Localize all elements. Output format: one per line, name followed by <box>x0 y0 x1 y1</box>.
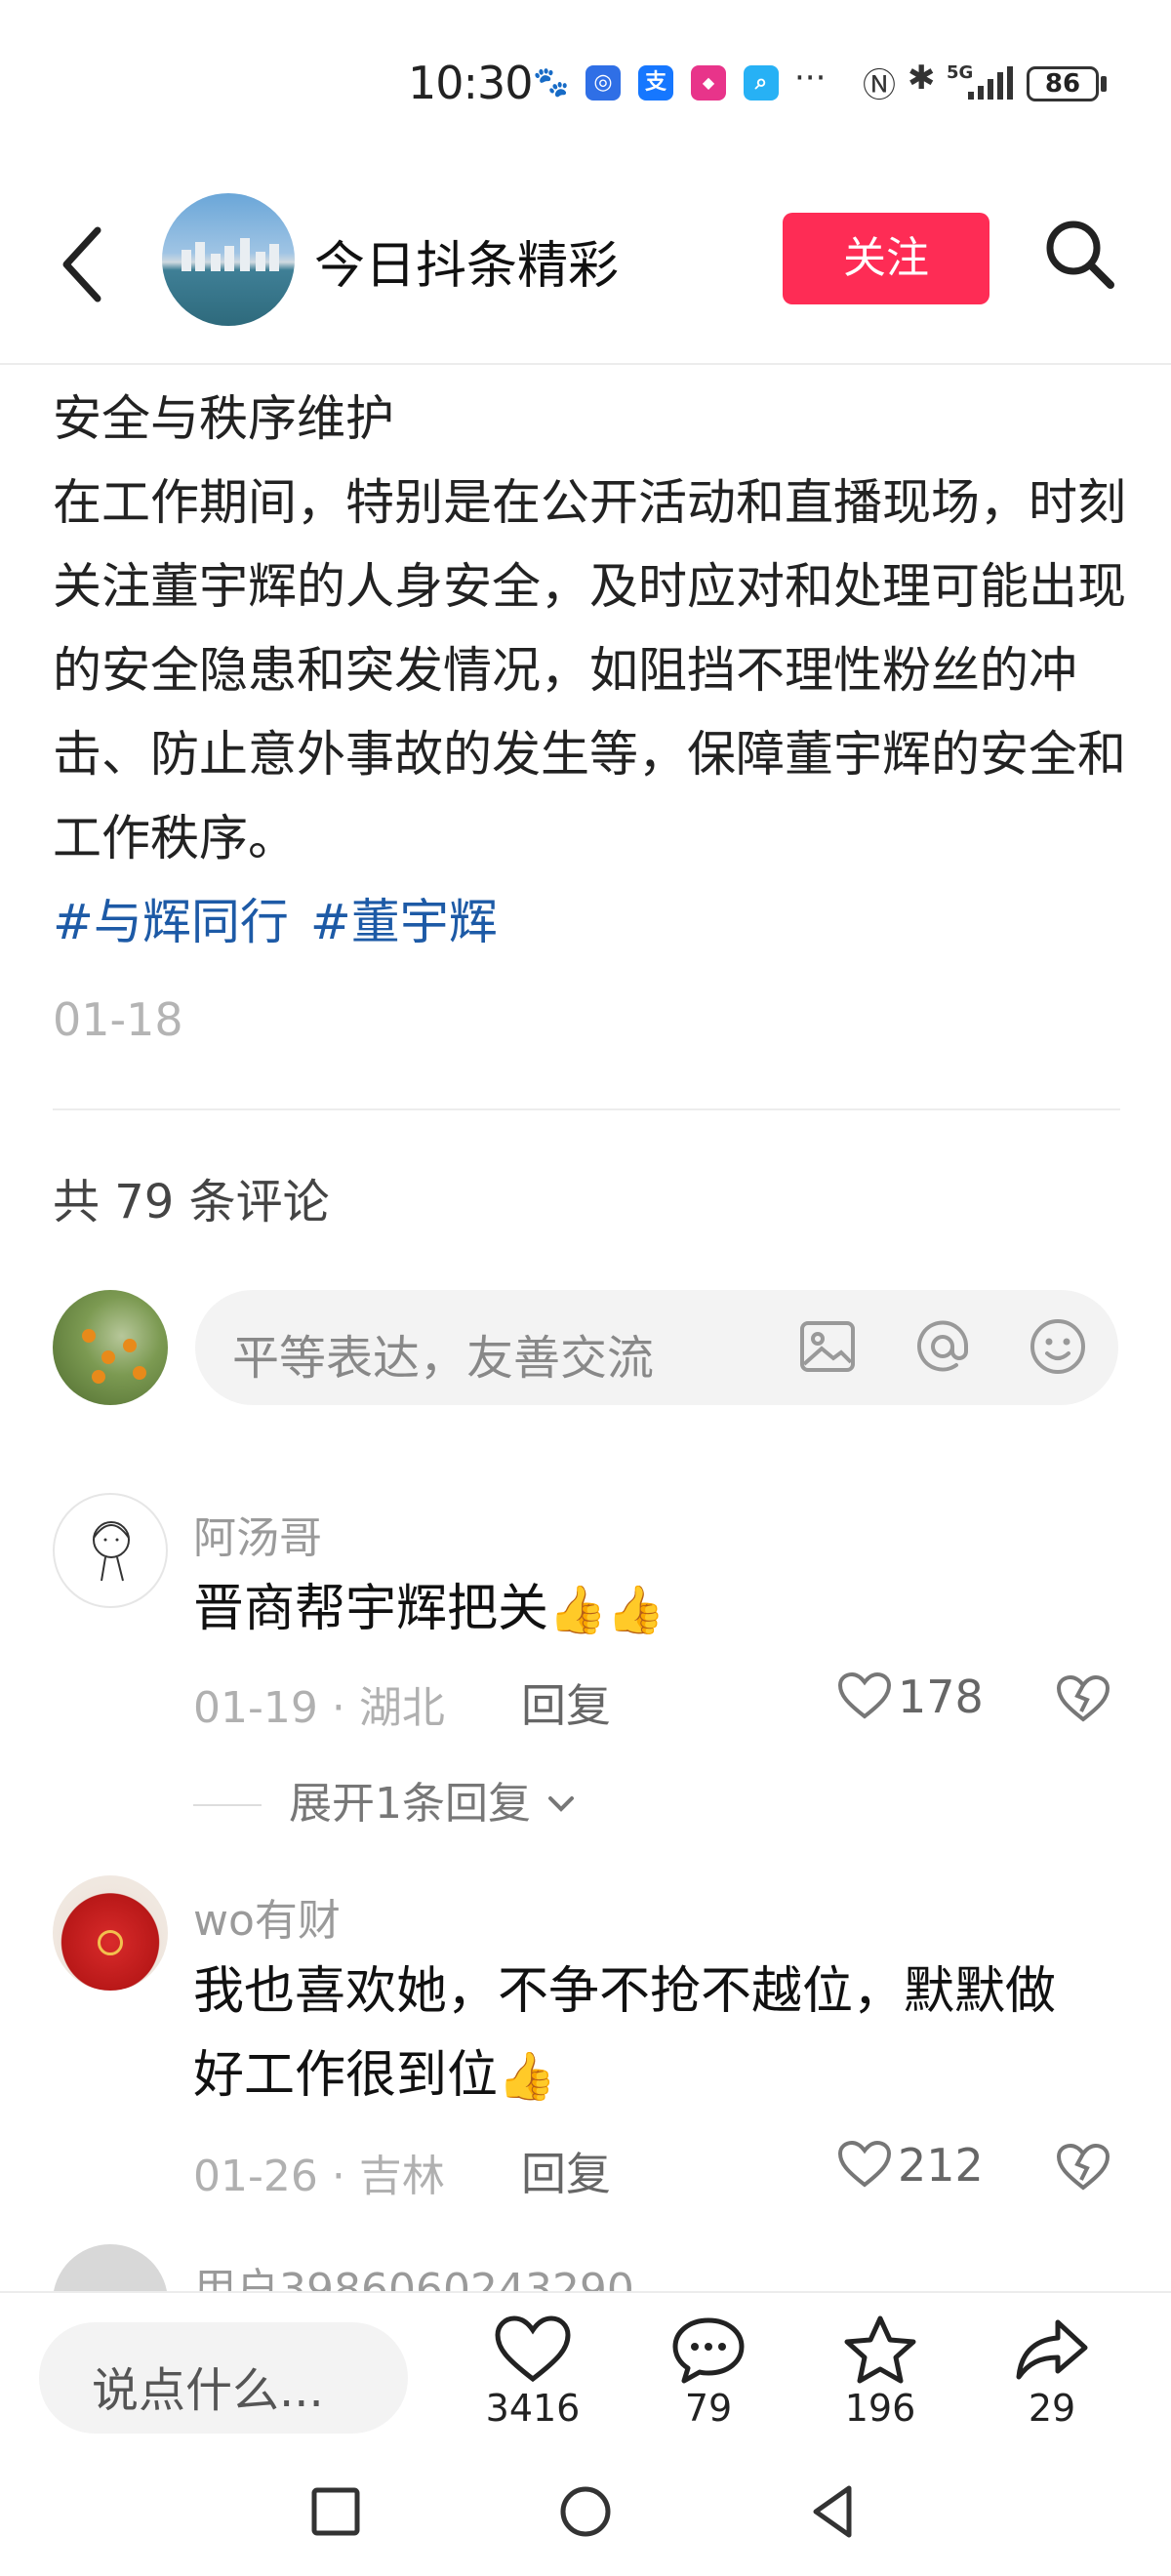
comment-input[interactable]: 平等表达，友善交流 <box>195 1290 1118 1405</box>
commenter-avatar[interactable] <box>53 1493 168 1608</box>
say-something-placeholder: 说点什么... <box>92 2363 324 2418</box>
nfc-icon: Ⓝ <box>863 66 896 105</box>
avatar-emblem <box>98 1930 123 1955</box>
comment-button-count: 79 <box>684 2387 733 2430</box>
meta-separator: · <box>331 2152 345 2201</box>
reply-button[interactable]: 回复 <box>521 2139 611 2203</box>
back-icon[interactable] <box>55 221 113 308</box>
header-divider <box>0 363 1171 365</box>
channel-name[interactable]: 今日抖条精彩 <box>314 224 619 298</box>
search-icon[interactable] <box>1040 215 1118 293</box>
browser-app-icon: ◎ <box>586 65 621 101</box>
emoji-icon[interactable] <box>1025 1313 1091 1380</box>
comment-date: 01-26 <box>193 2152 318 2201</box>
comment-text: 晋商帮宇辉把关 <box>193 1580 549 1638</box>
channel-avatar[interactable] <box>162 193 295 326</box>
favorite-button[interactable]: 196 <box>822 2314 939 2430</box>
thumbs-up-emoji: 👍👍 <box>548 1583 666 1637</box>
signal-icon <box>968 66 1013 100</box>
recent-apps-icon[interactable] <box>304 2480 367 2543</box>
comment-like-count: 212 <box>898 2139 984 2192</box>
follow-button[interactable]: 关注 <box>783 213 989 304</box>
baidu-app-icon: 🐾 <box>533 65 570 101</box>
expand-divider-line <box>193 1804 262 1806</box>
expand-replies-button[interactable]: 展开1条回复 <box>193 1768 578 1831</box>
meta-separator: · <box>331 1683 345 1733</box>
heart-icon <box>495 2315 571 2383</box>
comment-button[interactable]: 79 <box>650 2314 767 2430</box>
alipay-app-icon: 支 <box>638 65 673 101</box>
commenter-name[interactable]: wo有财 <box>193 1885 341 1948</box>
bottom-action-bar: 说点什么... 3416 79 196 29 <box>0 2291 1171 2449</box>
chevron-down-icon <box>548 1796 574 1812</box>
heart-outline-icon <box>837 2140 892 2188</box>
commenter-name[interactable]: 阿汤哥 <box>193 1503 322 1565</box>
heart-outline-icon <box>837 1671 892 1719</box>
article-body: 在工作期间，特别是在公开活动和直播现场，时刻关注董宇辉的人身安全，及时应对和处理… <box>53 474 1126 866</box>
comment-location: 湖北 <box>358 1683 445 1733</box>
comment-like-button[interactable]: 178 <box>837 1670 984 1723</box>
status-time: 10:30 <box>408 57 534 109</box>
top-header: 今日抖条精彩 关注 <box>0 176 1171 361</box>
comment-meta: 01-19 · 湖北 <box>193 1672 445 1735</box>
comment-text-row: 我也喜欢她，不争不抢不越位，默默做好工作很到位👍 <box>193 1950 1091 2118</box>
system-navigation-bar <box>0 2447 1171 2576</box>
bluetooth-icon: ✱ <box>908 59 936 98</box>
comment-count: 共 79 条评论 <box>53 1175 330 1229</box>
battery-indicator: 86 <box>1027 66 1099 101</box>
comment-text-row: 晋商帮宇辉把关👍👍 <box>193 1567 1130 1652</box>
section-divider <box>53 1108 1120 1110</box>
expand-replies-label: 展开1条回复 <box>289 1779 531 1829</box>
hashtag-link[interactable]: #与辉同行 <box>53 894 289 950</box>
commenter-avatar[interactable] <box>53 1875 168 1991</box>
article-content: 安全与秩序维护 在工作期间，特别是在公开活动和直播现场，时刻关注董宇辉的人身安全… <box>53 377 1126 964</box>
comment-like-count: 178 <box>898 1670 984 1723</box>
status-bar: 10:30 🐾 ◎ 支 ◆ ⌕ ··· Ⓝ ✱ 5G 86 <box>0 0 1171 166</box>
broken-heart-icon[interactable] <box>1054 1669 1112 1727</box>
thumbs-up-emoji: 👍 <box>498 2049 556 2104</box>
comment-meta: 01-26 · 吉林 <box>193 2141 445 2203</box>
battery-level: 86 <box>1044 69 1081 99</box>
like-button[interactable]: 3416 <box>474 2314 591 2430</box>
comment-date: 01-19 <box>193 1683 318 1733</box>
battery-tip <box>1101 76 1107 92</box>
mention-icon[interactable] <box>909 1313 976 1380</box>
sketch-avatar-icon <box>93 1521 130 1582</box>
image-icon[interactable] <box>794 1313 861 1380</box>
comment-text: 我也喜欢她，不争不抢不越位，默默做好工作很到位 <box>193 1962 1057 2105</box>
more-notifications-icon: ··· <box>794 59 827 98</box>
home-icon[interactable] <box>554 2480 617 2543</box>
post-date: 01-18 <box>53 993 183 1046</box>
search-app-icon: ⌕ <box>744 65 779 101</box>
favorite-count: 196 <box>844 2387 916 2430</box>
hashtag-link[interactable]: #董宇辉 <box>310 894 498 950</box>
reply-button[interactable]: 回复 <box>521 1670 611 1735</box>
say-something-input[interactable]: 说点什么... <box>39 2322 408 2434</box>
comment-bubble-icon <box>672 2317 745 2384</box>
share-count: 29 <box>1028 2387 1076 2430</box>
share-button[interactable]: 29 <box>993 2314 1110 2430</box>
shopping-app-icon: ◆ <box>691 65 726 101</box>
comment-location: 吉林 <box>358 2152 445 2201</box>
like-count: 3416 <box>485 2387 581 2430</box>
hashtag-list: #与辉同行 #董宇辉 <box>53 880 1126 964</box>
star-icon <box>844 2315 916 2384</box>
article-heading: 安全与秩序维护 <box>53 390 394 447</box>
share-arrow-icon <box>1016 2319 1088 2380</box>
back-nav-icon[interactable] <box>802 2480 865 2543</box>
comment-like-button[interactable]: 212 <box>837 2139 984 2192</box>
comment-input-placeholder: 平等表达，友善交流 <box>232 1331 655 1386</box>
broken-heart-icon[interactable] <box>1054 2137 1112 2195</box>
my-avatar <box>53 1290 168 1405</box>
